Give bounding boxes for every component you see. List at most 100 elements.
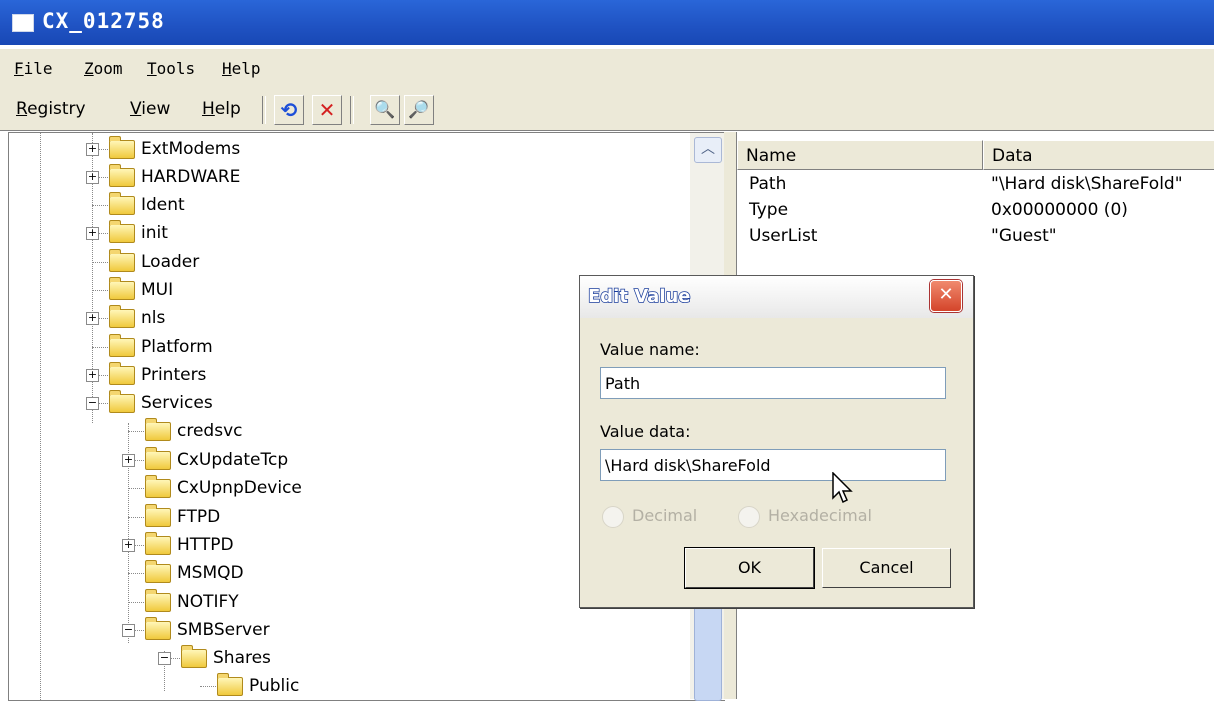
refresh-button[interactable]: ⟲	[274, 95, 304, 125]
tree-item-label: NOTIFY	[177, 592, 239, 612]
tree-line	[200, 686, 216, 687]
collapse-icon[interactable]: −	[158, 652, 171, 665]
tree-item-label: ExtModems	[141, 139, 241, 159]
tree-line	[92, 290, 108, 291]
folder-icon	[109, 164, 135, 187]
tree-line	[92, 262, 108, 263]
expand-icon[interactable]: +	[86, 312, 99, 325]
tree-item-label: Loader	[141, 252, 200, 272]
cancel-button[interactable]: Cancel	[822, 548, 951, 588]
decimal-radio-label: Decimal	[632, 506, 698, 525]
folder-icon	[145, 532, 171, 555]
tree-item-label: MSMQD	[177, 563, 244, 583]
expand-icon[interactable]: +	[86, 369, 99, 382]
folder-icon	[109, 277, 135, 300]
collapse-icon[interactable]: −	[122, 624, 135, 637]
folder-icon	[109, 390, 135, 413]
value-row-name[interactable]: Path	[749, 174, 786, 194]
find-icon: 🔍	[374, 100, 396, 120]
menu-file[interactable]: File	[14, 59, 53, 78]
refresh-icon: ⟲	[280, 98, 298, 122]
folder-icon	[145, 418, 171, 441]
tree-item[interactable]: Public	[9, 673, 689, 700]
tree-item-label: Printers	[141, 365, 207, 385]
dialog-title: Edit Value	[587, 285, 691, 308]
close-button[interactable]: ✕	[930, 280, 962, 312]
menu-zoom[interactable]: Zoom	[84, 59, 123, 78]
value-row-data[interactable]: "Guest"	[991, 226, 1057, 246]
tree-item[interactable]: − SMBServer	[9, 617, 689, 646]
folder-icon	[181, 645, 207, 668]
scroll-up-icon[interactable]: ︿	[694, 137, 722, 163]
value-row-data[interactable]: 0x00000000 (0)	[991, 200, 1128, 220]
folder-icon	[109, 249, 135, 272]
hexadecimal-radio[interactable]	[738, 506, 760, 528]
menu-tools[interactable]: Tools	[147, 59, 195, 78]
tree-item-label: CxUpnpDevice	[177, 478, 302, 498]
folder-icon	[109, 334, 135, 357]
folder-icon	[109, 192, 135, 215]
hexadecimal-radio-label: Hexadecimal	[768, 506, 872, 525]
tree-item-label: Platform	[141, 337, 213, 357]
column-header-name[interactable]: Name	[737, 140, 983, 170]
tree-item-label: HARDWARE	[141, 167, 241, 187]
value-data-label: Value data:	[600, 422, 691, 441]
decimal-radio[interactable]	[602, 506, 624, 528]
tree-item-label: init	[141, 223, 168, 243]
delete-button[interactable]: ✕	[312, 95, 342, 125]
tree-item-label: MUI	[141, 280, 174, 300]
tree-item-label: CxUpdateTcp	[177, 450, 289, 470]
value-row-data[interactable]: "\Hard disk\ShareFold"	[991, 174, 1183, 194]
value-row-name[interactable]: Type	[749, 200, 788, 220]
toolbar-menu-registry[interactable]: Registry	[16, 99, 86, 119]
collapse-icon[interactable]: −	[86, 397, 99, 410]
folder-icon	[145, 560, 171, 583]
tree-item[interactable]: + ExtModems	[9, 136, 689, 165]
toolbar-menu-help[interactable]: Help	[202, 99, 241, 119]
edit-value-dialog: Edit Value ✕ Value name: Value data: Dec…	[579, 275, 974, 608]
toolbar-separator	[350, 96, 354, 124]
expand-icon[interactable]: +	[86, 227, 99, 240]
expand-icon[interactable]: +	[122, 539, 135, 552]
tree-item[interactable]: + HARDWARE	[9, 164, 689, 193]
tree-item[interactable]: Ident	[9, 192, 689, 221]
menu-help[interactable]: Help	[222, 59, 261, 78]
toolbar: Registry View Help ⟲ ✕ 🔍 🔎	[0, 91, 1214, 131]
folder-icon	[109, 220, 135, 243]
mouse-cursor-icon	[832, 472, 853, 504]
tree-item-label: Public	[249, 676, 300, 696]
tree-line	[92, 205, 108, 206]
column-header-data[interactable]: Data	[983, 140, 1214, 170]
tree-item[interactable]: + init	[9, 220, 689, 249]
folder-icon	[145, 617, 171, 640]
window-title: CX_012758	[42, 9, 165, 33]
value-row-name[interactable]: UserList	[749, 226, 817, 246]
expand-icon[interactable]: +	[122, 454, 135, 467]
folder-icon	[109, 136, 135, 159]
toolbar-menu-view[interactable]: View	[130, 99, 170, 119]
tree-item[interactable]: − Shares	[9, 645, 689, 674]
tree-item-label: Shares	[213, 648, 271, 668]
value-name-input[interactable]	[600, 367, 946, 399]
tree-line	[128, 431, 144, 432]
tree-item-label: Services	[141, 393, 213, 413]
tree-item[interactable]: Loader	[9, 249, 689, 278]
find-button[interactable]: 🔍	[370, 95, 400, 125]
expand-icon[interactable]: +	[86, 171, 99, 184]
window-title-bar[interactable]: CX_012758	[0, 0, 1214, 45]
value-name-label: Value name:	[600, 340, 700, 359]
tree-item-label: HTTPD	[177, 535, 234, 555]
tree-item-label: credsvc	[177, 421, 243, 441]
expand-icon[interactable]: +	[86, 143, 99, 156]
tree-line	[128, 573, 144, 574]
folder-icon	[145, 475, 171, 498]
dialog-title-bar[interactable]: Edit Value ✕	[580, 276, 973, 318]
tree-line	[128, 488, 144, 489]
ok-button[interactable]: OK	[684, 547, 815, 589]
tree-item-label: Ident	[141, 195, 185, 215]
menu-bar: File Zoom Tools Help	[0, 48, 1214, 92]
folder-icon	[145, 589, 171, 612]
find-next-button[interactable]: 🔎	[404, 95, 434, 125]
value-data-input[interactable]	[600, 449, 946, 481]
tree-item-label: nls	[141, 308, 166, 328]
